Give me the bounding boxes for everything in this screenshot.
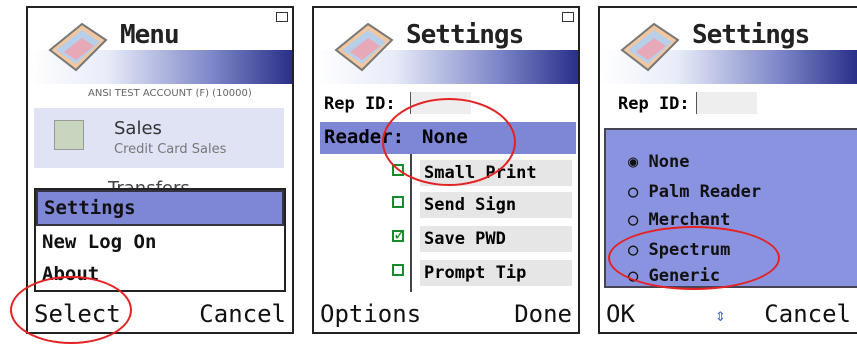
screen-header: Settings Ÿ: [314, 8, 578, 86]
radio-icon: ○: [628, 182, 649, 202]
cancel-softkey[interactable]: Cancel: [199, 300, 286, 328]
rep-id-input[interactable]: [696, 92, 757, 114]
signal-icon: Ÿ: [604, 60, 612, 71]
softkey-bar: OK ⇕ Cancel: [600, 292, 857, 332]
option-send-sign[interactable]: Send Sign: [392, 192, 572, 218]
battery-icon: [276, 12, 288, 22]
screen-title: Settings: [406, 20, 524, 50]
spectrum-annotation-circle: [608, 226, 780, 290]
option-label: Send Sign: [420, 192, 572, 218]
radio-label: None: [648, 152, 690, 172]
screen-title: Menu: [120, 20, 180, 50]
account-label: ANSI TEST ACCOUNT (F) (10000): [88, 88, 252, 99]
radio-palm-reader[interactable]: ○ Palm Reader: [628, 182, 761, 202]
screen-header: Settings Ÿ: [600, 8, 857, 86]
popup-item-settings[interactable]: Settings: [36, 190, 284, 226]
options-softkey[interactable]: Options: [320, 300, 421, 328]
app-logo-icon: [620, 22, 680, 72]
menu-item-sublabel: Credit Card Sales: [114, 142, 227, 157]
radio-icon: ○: [628, 210, 649, 230]
checked-checkbox-icon: [392, 225, 406, 244]
rep-id-label: Rep ID:: [618, 94, 690, 114]
select-annotation-circle: [10, 276, 132, 344]
done-softkey[interactable]: Done: [514, 300, 572, 328]
menu-item-label: Sales: [114, 118, 162, 139]
radio-selected-icon: ◉: [628, 152, 649, 172]
ok-softkey[interactable]: OK: [606, 300, 635, 328]
option-label: Save PWD: [420, 226, 572, 252]
rep-id-label: Rep ID:: [324, 94, 396, 114]
softkey-bar: Options Done: [314, 292, 578, 332]
signal-icon: Ÿ: [32, 60, 40, 71]
battery-icon: [562, 12, 574, 22]
checkbox-icon: [392, 196, 404, 208]
popup-item-new-log-on[interactable]: New Log On: [36, 226, 284, 258]
cancel-softkey[interactable]: Cancel: [764, 300, 851, 328]
checkbox-icon: [392, 264, 404, 276]
app-logo-icon: [334, 22, 394, 72]
map-icon: [54, 120, 84, 150]
screen-title: Settings: [692, 20, 810, 50]
screen-header: Menu Ÿ: [28, 8, 292, 86]
app-logo-icon: [48, 22, 108, 72]
radio-label: Palm Reader: [648, 182, 762, 202]
signal-icon: Ÿ: [318, 60, 326, 71]
option-label: Prompt Tip: [420, 260, 572, 286]
scroll-arrows-icon[interactable]: ⇕: [715, 305, 726, 326]
reader-annotation-circle: [382, 98, 516, 186]
radio-none[interactable]: ◉ None: [628, 152, 689, 172]
menu-item-sales[interactable]: Sales Credit Card Sales: [34, 108, 284, 168]
option-prompt-tip[interactable]: Prompt Tip: [392, 260, 572, 286]
option-save-pwd[interactable]: Save PWD: [392, 225, 572, 252]
